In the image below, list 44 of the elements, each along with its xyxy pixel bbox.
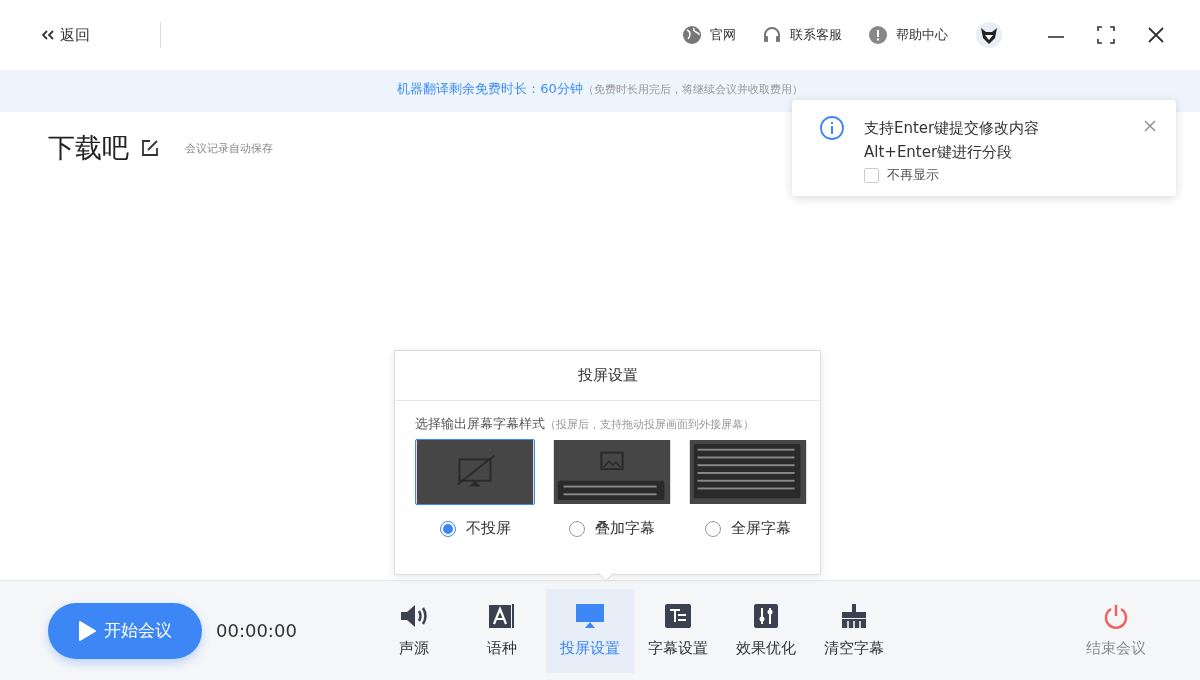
sliders-icon: [753, 603, 779, 629]
toolbar-button[interactable]: 语种: [458, 588, 546, 673]
prompt-text: 选择输出屏幕字幕样式: [415, 415, 545, 433]
hint-text: （投屏后，支持拖动投屏画面到外接屏幕）: [545, 417, 754, 432]
radio-option[interactable]: 全屏字幕: [705, 519, 791, 538]
header-link[interactable]: 帮助中心: [868, 25, 948, 45]
tip-text: 支持Enter键提交修改内容: [864, 118, 1040, 139]
play-icon: [78, 620, 96, 641]
letter-a-icon: [488, 603, 516, 629]
info-icon: [820, 116, 844, 140]
radio-option[interactable]: 叠加字幕: [568, 519, 655, 538]
autosave-text: 会议记录自动保存: [185, 140, 273, 156]
avatar-icon[interactable]: [976, 22, 1002, 48]
toolbar-button[interactable]: 字幕设置: [634, 588, 722, 673]
checkbox-label: 不再显示: [887, 166, 939, 184]
globe-icon: [682, 25, 702, 45]
toolbar-button[interactable]: 清空字幕: [810, 588, 898, 673]
meeting-title: 下载吧: [48, 131, 129, 165]
power-icon: [1102, 603, 1130, 631]
headset-icon: [762, 25, 782, 45]
toolbar-button[interactable]: 声源: [370, 588, 458, 673]
exclamation-icon: [868, 25, 888, 45]
tip-text: Alt+Enter键进行分段: [864, 142, 1014, 163]
checkbox[interactable]: [864, 167, 879, 183]
maximize-icon: [1097, 26, 1115, 44]
toolbar-button[interactable]: 效果优化: [722, 588, 810, 673]
header-link[interactable]: 联系客服: [762, 25, 842, 45]
radio-option[interactable]: 不投屏: [439, 519, 511, 538]
back-link[interactable]: 返回: [42, 22, 161, 48]
double-chevron-icon: [42, 30, 54, 40]
header-link[interactable]: 官网: [682, 25, 736, 45]
close-icon: [1147, 26, 1165, 44]
edit-icon[interactable]: [141, 139, 159, 157]
start-meeting-button[interactable]: 开始会议: [48, 602, 202, 659]
popup-title: 投屏设置: [395, 351, 820, 401]
subtitle-icon: [664, 603, 692, 629]
billing-note: （免费时长用完后，将继续会议并收取费用）: [582, 83, 803, 97]
minimize-icon: [1047, 36, 1065, 38]
speaker-icon: [399, 603, 429, 629]
close-icon[interactable]: [1144, 120, 1156, 132]
timer: 00:00:00: [216, 620, 298, 641]
broom-icon: [839, 603, 869, 629]
monitor-icon: [575, 603, 605, 629]
free-time-text: 机器翻译剩余免费时长：60分钟: [397, 80, 583, 98]
